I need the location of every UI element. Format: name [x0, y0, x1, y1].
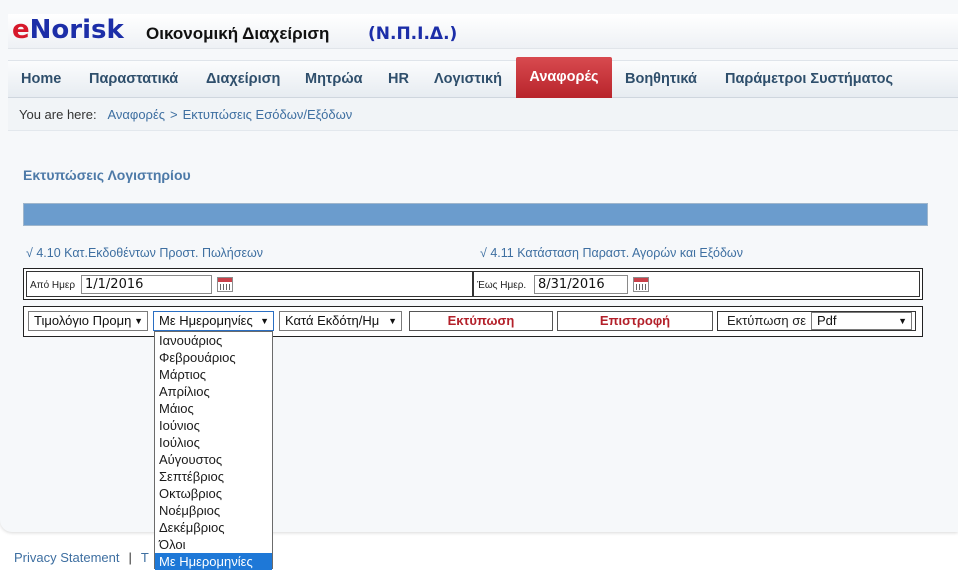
period-option-with-dates[interactable]: Με Ημερομηνίες [155, 553, 272, 570]
period-select[interactable]: Με Ημερομηνίες ▼ [153, 311, 274, 331]
calendar-icon[interactable] [633, 277, 649, 292]
report-link-4-10[interactable]: √ 4.10 Κατ.Εκδοθέντων Προστ. Πωλήσεων [26, 246, 263, 260]
sort-order-select[interactable]: Κατά Εκδότη/Ημ ▼ [279, 311, 402, 331]
document-type-select[interactable]: Τιμολόγιο Προμη ▼ [28, 311, 148, 331]
nav-utilities[interactable]: Βοηθητικά [625, 61, 697, 97]
chevron-down-icon: ▼ [898, 316, 907, 326]
period-option-march[interactable]: Μάρτιος [155, 366, 272, 383]
period-option-february[interactable]: Φεβρουάριος [155, 349, 272, 366]
privacy-statement-link[interactable]: Privacy Statement [14, 550, 120, 565]
section-header-band [23, 203, 928, 226]
app-header: eNorisk Οικονομική Διαχείριση (Ν.Π.Ι.Δ.) [8, 14, 958, 49]
period-option-december[interactable]: Δεκέμβριος [155, 519, 272, 536]
period-option-november[interactable]: Νοέμβριος [155, 502, 272, 519]
breadcrumb-reports[interactable]: Αναφορές [107, 107, 165, 122]
nav-accounting[interactable]: Λογιστική [434, 61, 502, 97]
document-type-value: Τιμολόγιο Προμη [34, 313, 132, 328]
calendar-icon[interactable] [217, 277, 233, 292]
breadcrumb-bar: You are here: Αναφορές > Εκτυπώσεις Εσόδων… [8, 98, 958, 131]
page-title: Εκτυπώσεις Λογιστηρίου [23, 167, 191, 183]
print-format-select[interactable]: Pdf ▼ [811, 312, 912, 330]
app-subtitle: Οικονομική Διαχείριση [146, 24, 330, 43]
footer: Privacy Statement | T [14, 550, 149, 565]
breadcrumb-separator: > [170, 107, 178, 122]
nav-documents[interactable]: Παραστατικά [89, 61, 178, 97]
to-date-label: Έως Ημερ. [477, 280, 527, 291]
period-option-april[interactable]: Απρίλιος [155, 383, 272, 400]
print-as-label: Εκτύπωση σε [727, 313, 807, 328]
period-option-july[interactable]: Ιούλιος [155, 434, 272, 451]
from-date-label: Από Ημερ [30, 280, 76, 291]
date-range-table: Από Ημερ 1/1/2016 Έως Ημερ. 8/31/2016 [23, 268, 923, 300]
period-option-may[interactable]: Μάιος [155, 400, 272, 417]
nav-reports[interactable]: Αναφορές [516, 57, 612, 98]
period-option-june[interactable]: Ιούνιος [155, 417, 272, 434]
nav-system-parameters[interactable]: Παράμετροι Συστήματος [725, 61, 893, 97]
breadcrumb-current[interactable]: Εκτυπώσεις Εσόδων/Εξόδων [183, 107, 353, 122]
footer-separator: | [128, 550, 132, 565]
enorisk-logo[interactable]: eNorisk [12, 15, 124, 45]
print-format-cell: Εκτύπωση σε Pdf ▼ [717, 311, 916, 331]
terms-link[interactable]: T [141, 550, 149, 565]
nav-hr[interactable]: HR [388, 61, 409, 97]
print-format-value: Pdf [817, 313, 837, 328]
chevron-down-icon: ▼ [260, 316, 269, 326]
back-button[interactable]: Επιστροφή [557, 311, 713, 331]
period-option-august[interactable]: Αύγουστος [155, 451, 272, 468]
period-option-september[interactable]: Σεπτέβριος [155, 468, 272, 485]
period-option-all[interactable]: Όλοι [155, 536, 272, 553]
period-value: Με Ημερομηνίες [159, 313, 253, 328]
from-date-cell: Από Ημερ 1/1/2016 [26, 271, 473, 297]
to-date-input[interactable]: 8/31/2016 [534, 275, 628, 294]
period-option-january[interactable]: Ιανουάριος [155, 332, 272, 349]
print-button[interactable]: Εκτύπωση [409, 311, 553, 331]
nav-management[interactable]: Διαχείριση [206, 61, 280, 97]
main-nav: Home Παραστατικά Διαχείριση Μητρώα HR Λο… [8, 57, 958, 98]
to-date-cell: Έως Ημερ. 8/31/2016 [473, 271, 920, 297]
logo-e: e [12, 15, 30, 45]
chevron-down-icon: ▼ [134, 316, 143, 326]
period-option-october[interactable]: Οκτωβριος [155, 485, 272, 502]
logo-norisk: Norisk [29, 15, 124, 45]
nav-home[interactable]: Home [21, 61, 61, 97]
organization-type: (Ν.Π.Ι.Δ.) [368, 24, 458, 44]
from-date-input[interactable]: 1/1/2016 [81, 275, 212, 294]
report-link-4-11[interactable]: √ 4.11 Κατάσταση Παραστ. Αγορών και Εξόδ… [480, 246, 743, 260]
period-dropdown-list: Ιανουάριος Φεβρουάριος Μάρτιος Απρίλιος … [154, 331, 273, 570]
chevron-down-icon: ▼ [388, 316, 397, 326]
breadcrumb: You are here: Αναφορές > Εκτυπώσεις Εσόδων… [19, 107, 352, 122]
nav-registries[interactable]: Μητρώα [305, 61, 363, 97]
breadcrumb-prefix: You are here: [19, 107, 97, 122]
sort-order-value: Κατά Εκδότη/Ημ [285, 313, 380, 328]
